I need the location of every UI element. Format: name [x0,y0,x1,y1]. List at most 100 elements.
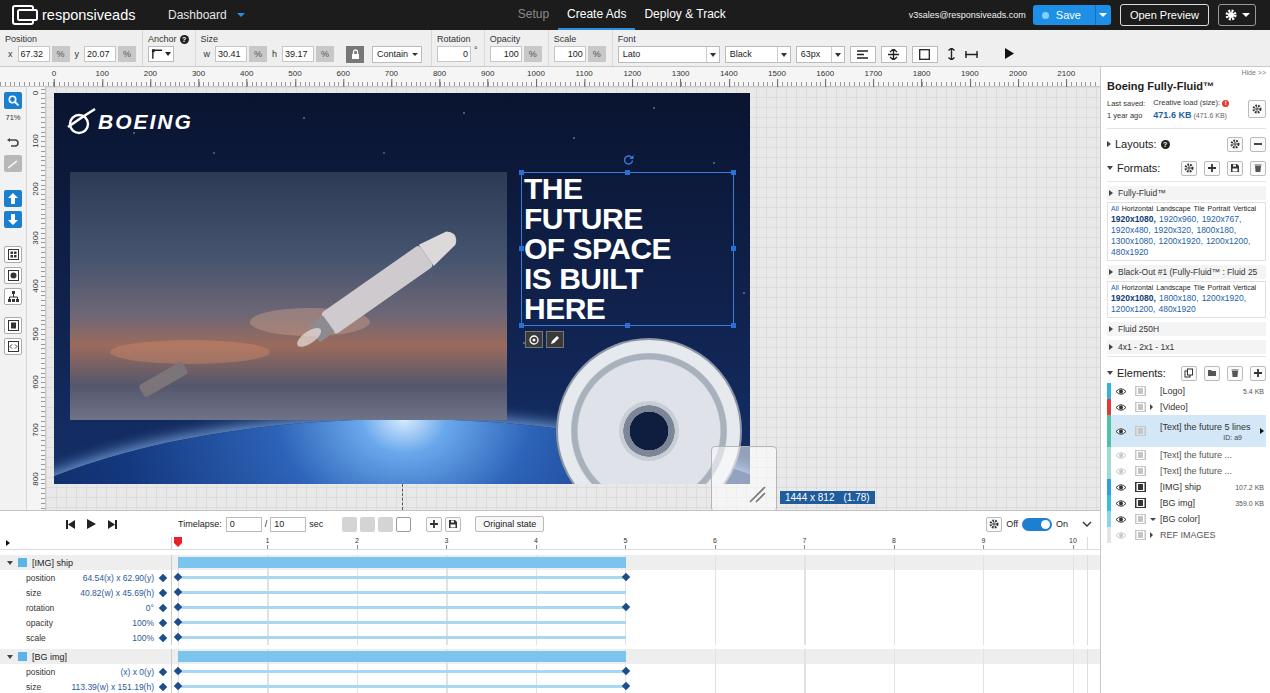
add-format-button[interactable] [1204,161,1220,176]
add-keyframe-diamond[interactable] [159,667,167,675]
eye-icon[interactable] [1115,531,1127,540]
expand-icon[interactable] [1150,404,1153,410]
brand-logo[interactable]: responsiveads [12,5,158,25]
element-row[interactable]: REF IMAGES [1107,527,1266,543]
rotate-icon[interactable] [623,154,634,165]
nav-tab[interactable]: Deploy & Track [635,0,734,30]
width-field[interactable]: 30.41 [215,46,247,62]
track-bar[interactable] [178,651,626,662]
group-button[interactable] [4,246,22,263]
collapse-timeline-button[interactable] [1082,521,1092,527]
add-keyframe-diamond[interactable] [159,573,167,581]
settings-menu[interactable] [1218,4,1256,26]
letter-spacing-button[interactable] [963,46,981,63]
font-family-select[interactable]: Lato [618,46,720,63]
help-badge[interactable]: ? [1161,140,1170,149]
orientation-filter[interactable]: Vertical [1233,284,1256,291]
track-header[interactable]: [IMG] ship [0,555,1100,570]
add-keyframe-button[interactable] [426,517,442,532]
resize-handle[interactable] [519,170,524,175]
formats-section[interactable]: Formats: [1107,159,1266,177]
code-button[interactable] [4,338,22,355]
orientation-filter[interactable]: Horizontal [1122,284,1154,291]
film-icon[interactable] [1135,498,1146,508]
layouts-section[interactable]: Layouts: ? [1107,135,1266,153]
zoom-button[interactable] [4,92,22,109]
headline-text[interactable]: THEFUTUREOF SPACEIS BUILTHERE [521,172,734,326]
orientation-filter[interactable]: Landscape [1156,284,1190,291]
film-icon[interactable] [1135,426,1146,436]
eye-icon[interactable] [1115,499,1127,508]
expand-icon[interactable] [1150,532,1153,538]
film-icon[interactable] [1135,514,1146,524]
preview-button[interactable]: Open Preview [1120,4,1209,26]
format-size[interactable]: 1200x1200, [1111,304,1155,315]
format-size[interactable]: 1920x480, [1111,225,1151,236]
keyframe[interactable] [621,603,629,611]
orientation-filter[interactable]: Portrait [1208,284,1231,291]
eye-icon[interactable] [1115,467,1127,476]
element-row[interactable]: [Video] [1107,399,1266,415]
keyframe[interactable] [174,633,182,641]
delete-format-button[interactable] [1250,161,1266,176]
dashboard-menu[interactable]: Dashboard [168,8,245,22]
layout-settings-button[interactable] [1227,137,1243,152]
group-folder-button[interactable] [1204,366,1220,381]
nav-tab[interactable]: Setup [509,0,558,30]
eye-icon[interactable] [1115,483,1127,492]
keyframe[interactable] [621,667,629,675]
format-group[interactable]: Black-Out #1 (Fully-Fluid™ : Fluid 25 [1107,265,1266,279]
eye-icon[interactable] [1115,451,1127,460]
keyframe[interactable] [174,667,182,675]
resize-handle[interactable] [519,246,524,251]
property-value[interactable]: 113.39(w) x 151.19(h) [71,682,154,692]
eye-icon[interactable] [1115,403,1127,412]
align-select[interactable] [850,46,876,63]
timeline-settings-button[interactable] [986,517,1002,532]
add-keyframe-diamond[interactable] [159,682,167,690]
duplicate-element-button[interactable] [1181,366,1197,381]
keyframe[interactable] [174,573,182,581]
orientation-filter[interactable]: Landscape [1156,205,1190,212]
eye-icon[interactable] [1115,427,1127,436]
format-size[interactable]: 1920x1080, [1111,214,1156,225]
save-state-button[interactable] [445,517,461,532]
keyframe[interactable] [621,682,629,690]
bring-forward-button[interactable] [4,190,22,207]
eye-icon[interactable] [1115,515,1127,524]
unit-toggle[interactable]: % [52,46,70,62]
position-x-field[interactable]: 67.32 [18,46,50,62]
property-value[interactable]: 100% [132,633,154,643]
save-dropdown[interactable] [1095,5,1111,25]
previous-button[interactable] [64,518,76,530]
boeing-logo[interactable]: BOEING [66,107,193,137]
format-size[interactable]: 1200x1200, [1206,236,1250,247]
add-keyframe-diamond[interactable] [159,618,167,626]
film-icon[interactable] [1135,450,1146,460]
property-value[interactable]: 100% [132,618,154,628]
collapse-layouts-button[interactable] [1250,137,1266,152]
format-size[interactable]: 1200x1920, [1202,293,1246,304]
playhead[interactable] [174,537,182,547]
resize-handle[interactable] [519,323,524,328]
original-state-button[interactable]: Original state [475,516,544,532]
border-select[interactable] [912,46,938,63]
orientation-filter[interactable]: Vertical [1233,205,1256,212]
redo-button[interactable] [4,155,22,172]
format-settings-button[interactable] [1181,161,1197,176]
help-badge[interactable]: ? [180,35,189,44]
format-size[interactable]: 1800x180, [1196,225,1236,236]
element-row[interactable]: [BG color] [1107,511,1266,527]
video-element[interactable] [70,172,507,420]
unit-toggle[interactable]: % [249,46,267,62]
valign-select[interactable] [881,46,907,63]
nav-tab[interactable]: Create Ads [558,0,635,30]
elements-section[interactable]: Elements: [1107,364,1266,382]
track-header[interactable]: [BG img] [0,649,1100,664]
orientation-filter[interactable]: Tile [1194,205,1205,212]
orientation-filter[interactable]: Horizontal [1122,205,1154,212]
format-size[interactable]: 1800x180, [1159,293,1199,304]
alert-badge[interactable]: ! [1222,100,1229,107]
format-size[interactable]: 1920x960, [1159,214,1199,225]
move-button[interactable] [525,331,543,348]
